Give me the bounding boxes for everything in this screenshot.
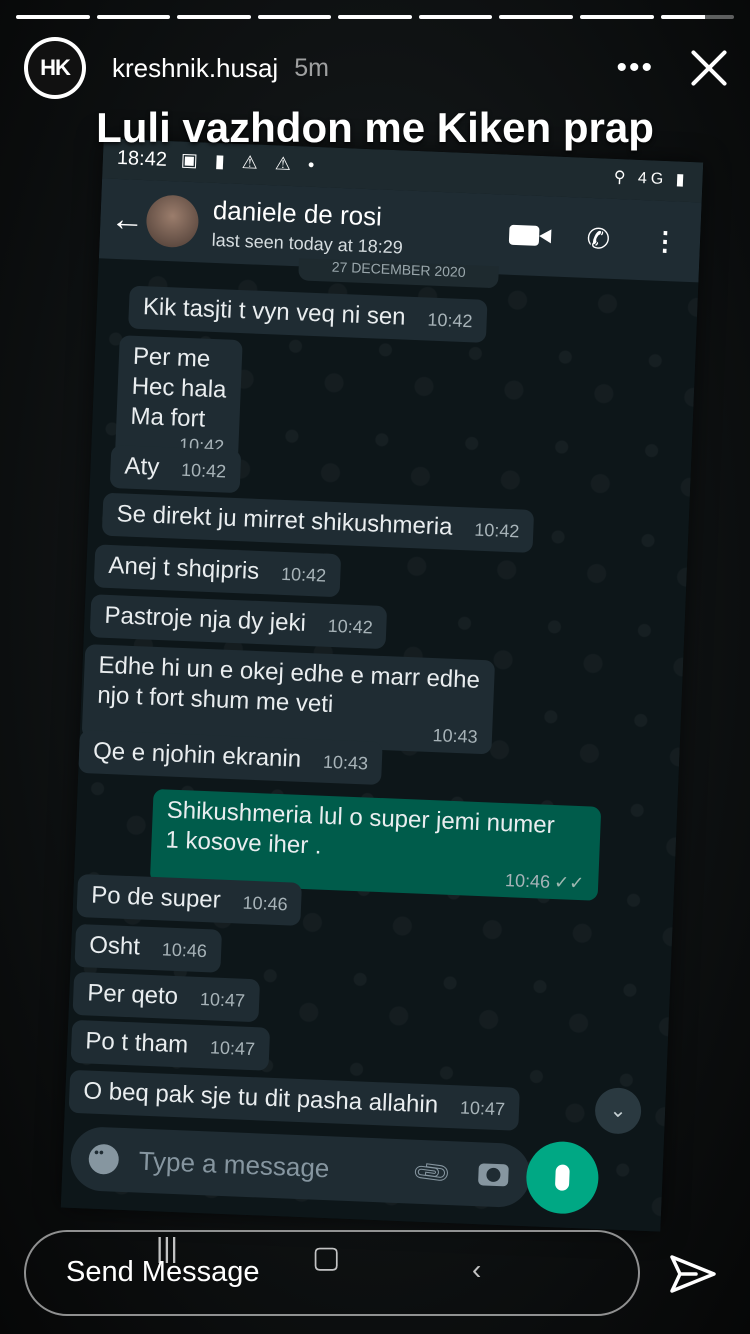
message-timestamp: 10:47 [199,988,246,1011]
message-text: Per me Hec hala Ma fort [130,342,227,433]
message-text: Qe e njohin ekranin [92,737,302,773]
nav-back-icon: ‹ [472,1254,482,1285]
story-segment-fill [660,15,705,19]
message-time: 10:47 [459,1092,506,1124]
notification-icons: ▣ ▮ ⚠ ⚠ • [180,149,321,176]
message-text: Se direkt ju mirret shikushmeria [116,500,454,541]
chevrons-down-icon: ⌄ [609,1099,627,1123]
message-text: Per qeto [86,979,179,1011]
recent-apps-icon: ||| [156,1232,178,1263]
incoming-message[interactable]: Po de super 10:46 [76,873,303,926]
message-text: Anej t shqipris [108,551,260,585]
message-timestamp: 10:42 [327,615,374,638]
signal-battery-icons: ⚲ 4G ▮ [613,168,689,189]
contact-avatar[interactable] [145,194,200,249]
message-time: 10:42 [427,305,473,337]
message-timestamp: 10:42 [427,309,473,332]
story-segment-fill [338,15,412,19]
message-time: 10:42 [474,515,520,547]
message-timestamp: 10:46 [504,870,551,892]
emoji-icon[interactable] [88,1143,120,1175]
message-timestamp: 10:43 [322,751,369,774]
avatar-initials: HK [40,55,71,80]
story-segment [177,15,251,19]
message-input[interactable]: Type a message [138,1145,416,1187]
message-time: 10:47 [199,984,246,1016]
message-text: O beq pak sje tu dit pasha allahin [82,1077,439,1119]
video-call-icon[interactable] [508,224,540,246]
camera-icon[interactable] [478,1163,509,1187]
story-segment-fill [177,15,251,19]
story-segment [660,15,735,19]
story-segment [257,15,332,19]
message-time: 10:42 [181,455,227,487]
story-caption: Luli vazhdon me Kiken prap [96,104,654,151]
message-text: Kik tasjti t vyn veq ni sen [142,293,407,331]
message-time: 10:47 [209,1032,256,1064]
message-timestamp: 10:42 [474,519,520,542]
story-segment-fill [579,15,654,19]
story-segment [96,15,171,19]
last-seen-status: last seen today at 18:29 [211,229,404,258]
message-time: 10:42 [281,559,327,591]
contact-name: daniele de rosi [212,194,383,232]
message-timestamp: 10:47 [209,1037,256,1060]
attach-paperclip-icon[interactable]: 📎︎ [409,1150,454,1195]
story-segment-fill [418,15,493,19]
message-timestamp: 10:46 [161,939,208,962]
phone-call-icon[interactable]: ✆ [586,221,611,255]
message-time: 10:42 [327,611,373,643]
message-text: Po de super [90,881,222,914]
story-header: HK kreshnik.husaj 5m ••• [24,36,730,100]
incoming-message[interactable]: Per me Hec hala Ma fort 10:42 [114,335,243,465]
story-time: 5m [294,53,329,82]
incoming-message[interactable]: Per qeto 10:47 [72,971,260,1023]
message-text: Po t tham [84,1027,189,1059]
story-segment [499,15,573,19]
story-segment [579,15,654,19]
contact-info[interactable]: daniele de rosi last seen today at 18:29 [211,195,404,259]
close-icon[interactable] [688,47,730,89]
story-segment-fill [96,15,171,19]
message-time: 10:43 [322,747,369,779]
message-timestamp: 10:42 [180,459,227,482]
home-icon: ▢ [312,1241,341,1274]
story-segment-fill [16,15,90,19]
message-timestamp: 10:42 [280,563,327,586]
message-timestamp: 10:43 [432,725,479,747]
message-time: 10:46 [242,888,288,920]
incoming-message[interactable]: Osht 10:46 [74,923,222,973]
mic-icon [554,1164,570,1191]
incoming-message[interactable]: Po t tham 10:47 [70,1019,270,1071]
send-paper-plane-icon[interactable] [670,1254,716,1294]
story-segment [418,15,493,19]
story-progress-bar [16,15,735,19]
message-text: Edhe hi un e okej edhe e marr edhe njo t… [96,651,481,719]
message-text: Pastroje nja dy jeki [104,601,307,637]
avatar-logo: HK [28,41,82,95]
username[interactable]: kreshnik.husaj [112,53,278,84]
incoming-message[interactable]: Aty 10:42 [109,444,242,494]
read-check-icon: ✓✓ [553,872,585,894]
whatsapp-screenshot: 18:42 ▣ ▮ ⚠ ⚠ • ⚲ 4G ▮ ← daniele de rosi… [60,138,704,1232]
message-time: 10:46 [161,934,207,966]
story-segment-fill [257,15,332,19]
story-segment [16,15,90,19]
avatar[interactable]: HK [24,37,86,99]
message-text: Aty [124,452,160,481]
more-options-icon[interactable]: ••• [616,51,654,85]
message-timestamp: 10:47 [459,1097,506,1120]
story-segment-fill [499,15,573,19]
message-timestamp: 10:46 [242,892,288,915]
message-text: Osht [88,931,141,961]
message-text: Shikushmeria lul o super jemi numer 1 ko… [165,796,556,860]
menu-dots-icon[interactable]: ⋮ [651,225,678,257]
story-segment [338,15,412,19]
back-arrow-icon[interactable]: ← [110,199,145,239]
